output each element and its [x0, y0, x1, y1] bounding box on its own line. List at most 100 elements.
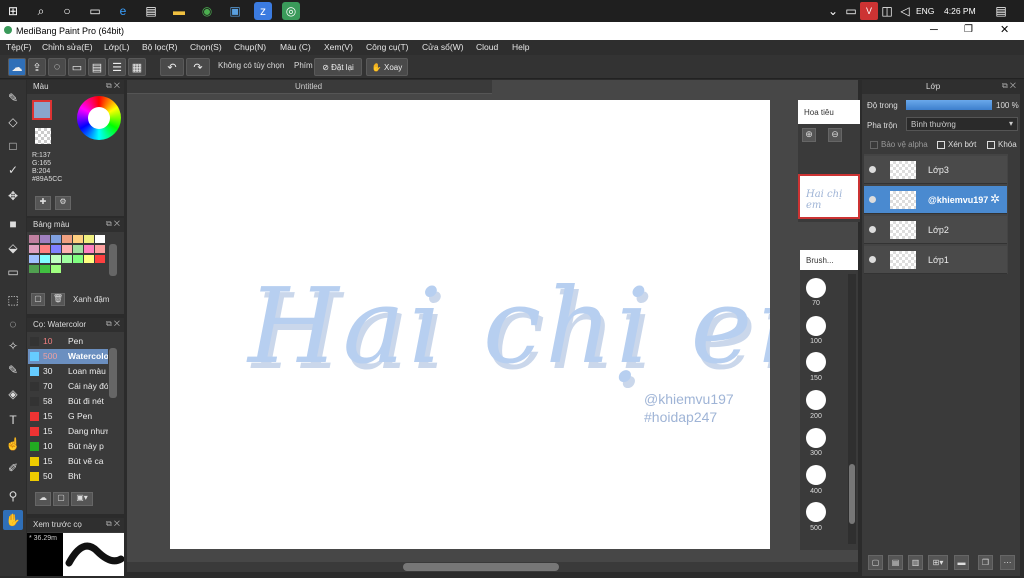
- swatch[interactable]: [95, 255, 105, 263]
- new-halftone-layer-icon[interactable]: ▤: [888, 555, 903, 570]
- menu-file[interactable]: Tệp(F): [6, 42, 32, 52]
- brush-size-dot[interactable]: [806, 502, 826, 522]
- layer-row[interactable]: Lớp3: [864, 156, 1007, 184]
- upload-icon[interactable]: ⇪: [28, 58, 46, 76]
- brush-item[interactable]: 15 Dang nhưng: [28, 424, 108, 439]
- swatch[interactable]: [51, 265, 61, 273]
- chat-icon[interactable]: ◌: [48, 58, 66, 76]
- brush-size-dot[interactable]: [806, 465, 826, 485]
- undo-icon[interactable]: ↶: [160, 58, 184, 76]
- brush-size-scrollbar[interactable]: [848, 274, 856, 544]
- document-tab[interactable]: Untitled: [127, 80, 492, 94]
- color-wheel-center[interactable]: [88, 107, 110, 129]
- swatch[interactable]: [73, 235, 83, 243]
- brush-menu-icon[interactable]: ▣▾: [71, 492, 93, 506]
- layer-row[interactable]: Lớp2: [864, 216, 1007, 244]
- brush-tool-icon[interactable]: ✎: [3, 88, 23, 108]
- brush-size-dot[interactable]: [806, 278, 826, 298]
- comment-icon[interactable]: ▭: [68, 58, 86, 76]
- swatch[interactable]: [29, 265, 39, 273]
- brush-item[interactable]: 15 Bút vẽ ca: [28, 454, 108, 469]
- panel-controls-icon[interactable]: ⧉ ✕: [106, 519, 120, 529]
- eye-icon[interactable]: [869, 256, 876, 263]
- cloud-icon[interactable]: ☁: [8, 58, 26, 76]
- bucket-tool-icon[interactable]: ⬙: [3, 238, 23, 258]
- edge-icon[interactable]: e: [114, 2, 132, 20]
- new-8bit-layer-icon[interactable]: ▥: [908, 555, 923, 570]
- panel-controls-icon[interactable]: ⧉ ✕: [106, 219, 120, 229]
- transparent-color-swatch[interactable]: [35, 128, 51, 144]
- search-icon[interactable]: ⌕: [32, 2, 50, 20]
- duplicate-layer-icon[interactable]: ❐: [978, 555, 993, 570]
- brush-size-dot[interactable]: [806, 316, 826, 336]
- brush-item-watercolor[interactable]: 500 Watercolor: [28, 349, 108, 364]
- brush-item[interactable]: 58 Bút đi nét: [28, 394, 108, 409]
- text-tool-icon[interactable]: T: [3, 410, 23, 430]
- menu-capture[interactable]: Chụp(N): [234, 42, 266, 52]
- brush-item[interactable]: 50 Bht: [28, 469, 108, 484]
- color-wheel[interactable]: [77, 96, 121, 140]
- brush-new-icon[interactable]: ▢: [53, 492, 69, 506]
- fill-rect-tool-icon[interactable]: ■: [3, 214, 23, 234]
- menu-filter[interactable]: Bộ lọc(R): [142, 42, 177, 52]
- reset-button[interactable]: ⊘ Đặt lại: [314, 58, 362, 76]
- windows-start-icon[interactable]: ⊞: [4, 2, 22, 20]
- notification-icon[interactable]: ▤: [992, 2, 1010, 20]
- redo-icon[interactable]: ↷: [186, 58, 210, 76]
- eye-icon[interactable]: [869, 196, 876, 203]
- swatch[interactable]: [40, 235, 50, 243]
- swatch[interactable]: [73, 245, 83, 253]
- network-icon[interactable]: ◫: [878, 2, 896, 20]
- swatch[interactable]: [29, 255, 39, 263]
- task-view-icon[interactable]: ▭: [86, 2, 104, 20]
- brush-item[interactable]: 70 Cái này đó: [28, 379, 108, 394]
- panel-controls-icon[interactable]: ⧉ ✕: [1002, 81, 1016, 91]
- trash-icon[interactable]: 🗑: [51, 293, 65, 306]
- select-pen-icon[interactable]: ✎: [3, 360, 23, 380]
- brush-add-icon[interactable]: ☁: [35, 492, 51, 506]
- swatch[interactable]: [95, 245, 105, 253]
- gradient-tool-icon[interactable]: ▭: [3, 262, 23, 282]
- input-language[interactable]: ENG: [916, 6, 934, 16]
- folder-icon[interactable]: ▬: [954, 555, 969, 570]
- panel-controls-icon[interactable]: ⧉ ✕: [106, 81, 120, 91]
- swatch[interactable]: [29, 245, 39, 253]
- minimize-icon[interactable]: ─: [930, 24, 938, 36]
- menu-window[interactable]: Cửa sổ(W): [422, 42, 464, 52]
- folder-icon[interactable]: ▬: [170, 2, 188, 20]
- panel-controls-icon[interactable]: ⧉ ✕: [106, 319, 120, 329]
- dot-tool-icon[interactable]: ✓: [3, 160, 23, 180]
- rectangle-tool-icon[interactable]: □: [3, 136, 23, 156]
- operation-tool-icon[interactable]: ☝: [3, 434, 23, 454]
- eye-icon[interactable]: [869, 226, 876, 233]
- brush-item-pen[interactable]: 10 Pen: [28, 334, 108, 349]
- move-tool-icon[interactable]: ✥: [3, 186, 23, 206]
- menu-edit[interactable]: Chỉnh sửa(E): [42, 42, 93, 52]
- rotate-button[interactable]: ✋ Xoay: [366, 58, 408, 76]
- swatch[interactable]: [51, 245, 61, 253]
- chrome-icon[interactable]: ◉: [198, 2, 216, 20]
- horizontal-scroll-thumb[interactable]: [403, 563, 559, 571]
- swatch[interactable]: [62, 245, 72, 253]
- menu-select[interactable]: Chọn(S): [190, 42, 222, 52]
- swatch[interactable]: [73, 255, 83, 263]
- menu-color[interactable]: Màu (C): [280, 42, 311, 52]
- select-tool-icon[interactable]: ⬚: [3, 290, 23, 310]
- swatch[interactable]: [40, 265, 50, 273]
- list-icon[interactable]: ☰: [108, 58, 126, 76]
- maximize-icon[interactable]: ❐: [964, 24, 973, 35]
- palette-tool-icon[interactable]: ⚙: [55, 196, 71, 210]
- store-icon[interactable]: ▤: [142, 2, 160, 20]
- horizontal-scrollbar[interactable]: [127, 562, 858, 572]
- menu-view[interactable]: Xem(V): [324, 42, 353, 52]
- swatch[interactable]: [84, 245, 94, 253]
- close-icon[interactable]: ✕: [1000, 23, 1009, 36]
- menu-layer[interactable]: Lớp(L): [104, 42, 129, 52]
- eraser-tool-icon[interactable]: ◇: [3, 112, 23, 132]
- hand-tool-icon[interactable]: ✋: [3, 510, 23, 530]
- swatch[interactable]: [29, 235, 39, 243]
- zoom-in-icon[interactable]: ⊕: [802, 128, 816, 142]
- blend-mode-select[interactable]: Bình thường ▾: [906, 117, 1018, 131]
- swatch[interactable]: [51, 235, 61, 243]
- brush-size-dot[interactable]: [806, 428, 826, 448]
